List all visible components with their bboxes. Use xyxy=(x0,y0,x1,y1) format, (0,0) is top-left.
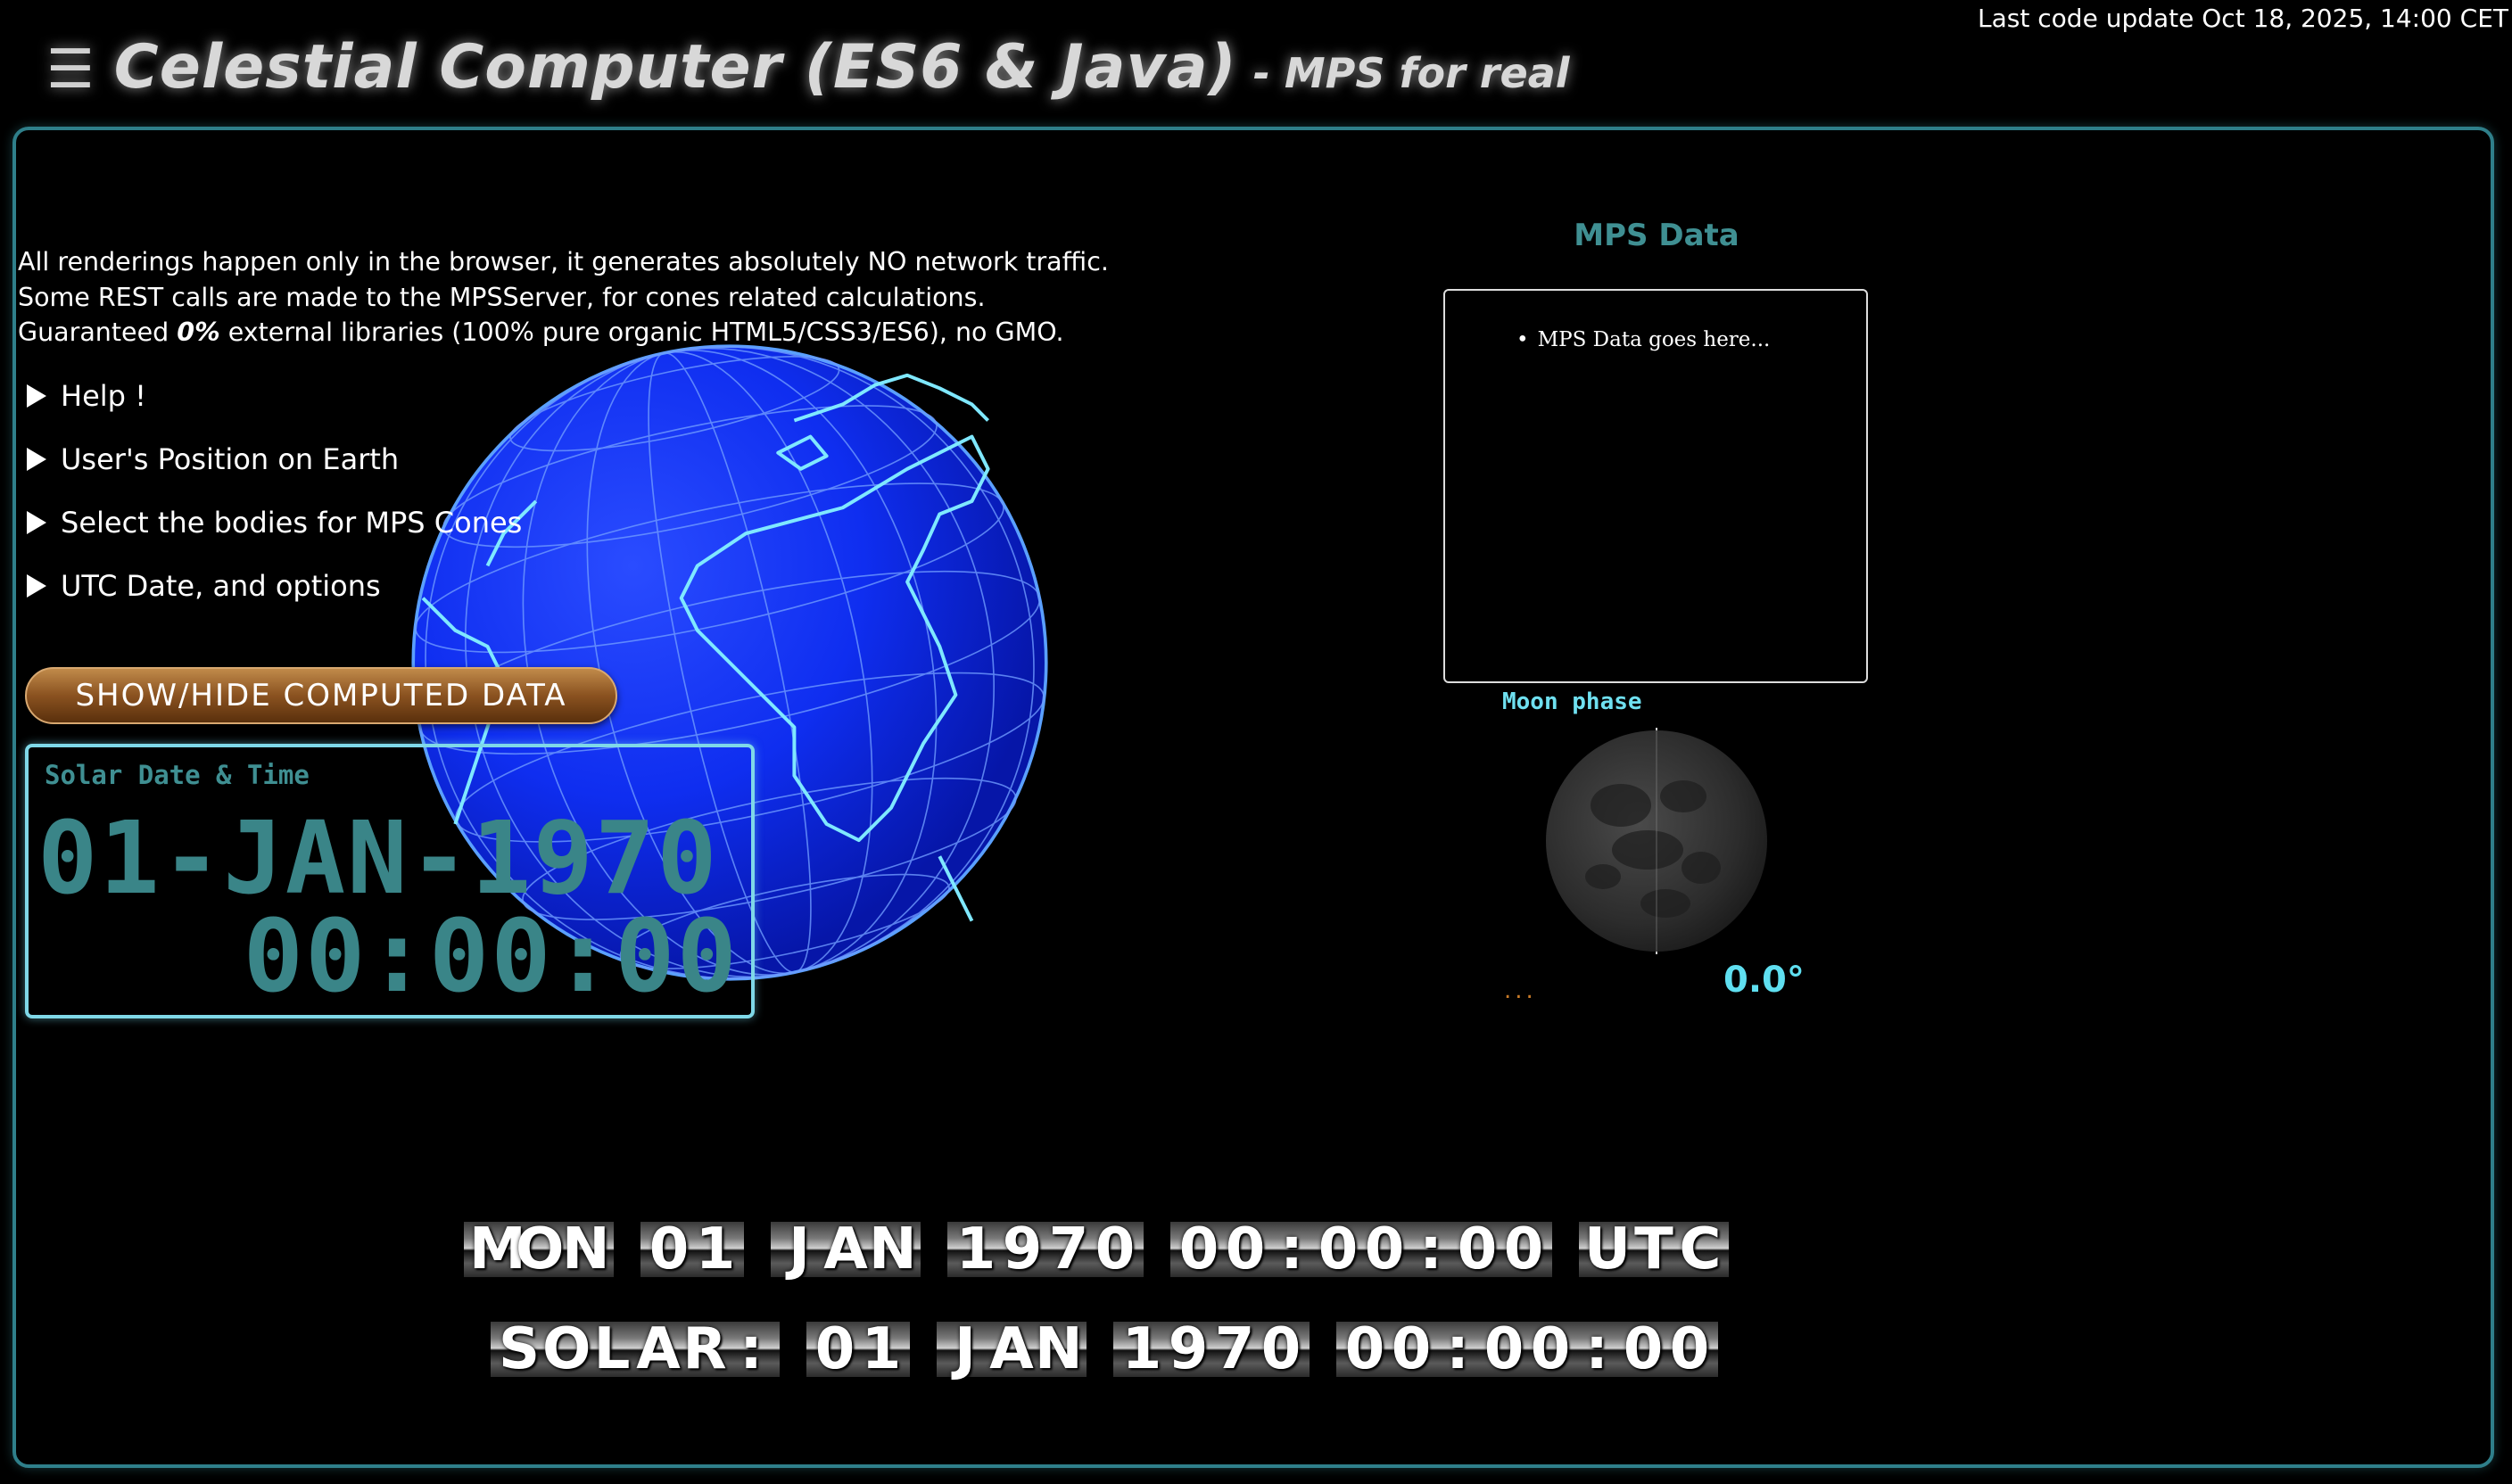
solar-flap-char: J xyxy=(954,1316,976,1382)
utc-flap-char: : xyxy=(1280,1216,1303,1282)
page-title: Celestial Computer (ES6 & Java) xyxy=(113,32,1237,103)
utc-flap-group: UTC xyxy=(1579,1216,1729,1282)
solar-flap-char: : xyxy=(1446,1316,1469,1382)
section-label: Help ! xyxy=(61,378,146,413)
mps-data-list: MPS Data goes here... xyxy=(1516,328,1771,351)
utc-flap-group: 1970 xyxy=(947,1216,1144,1282)
solar-flap-char: 1 xyxy=(1121,1316,1162,1382)
section-select-bodies[interactable]: Select the bodies for MPS Cones xyxy=(27,491,522,554)
section-utc-date[interactable]: UTC Date, and options xyxy=(27,554,522,617)
intro-line-2: Some REST calls are made to the MPSServe… xyxy=(18,282,986,312)
utc-flap-char: 7 xyxy=(1048,1216,1089,1282)
list-item: MPS Data goes here... xyxy=(1516,328,1771,351)
utc-flap-char: N xyxy=(562,1216,610,1282)
solar-flap-char: 9 xyxy=(1168,1316,1209,1382)
solar-flap-group: 01 xyxy=(806,1316,910,1382)
utc-flap-display: MON01JAN197000:00:00UTC xyxy=(464,1216,1729,1282)
solar-flap-char: A xyxy=(636,1316,681,1382)
intro-line-3-pre: Guaranteed xyxy=(18,317,178,347)
moon-phase-graphic xyxy=(1546,728,1767,954)
solar-flap-char: 0 xyxy=(1483,1316,1525,1382)
mps-data-panel: MPS Data goes here... xyxy=(1443,289,1868,683)
utc-flap-char: J xyxy=(789,1216,810,1282)
moon-phase-dots: ... xyxy=(1504,977,1537,1004)
solar-date-time-panel: Solar Date & Time 01-JAN-1970 00:00:00 xyxy=(25,744,755,1018)
utc-flap-char: : xyxy=(1419,1216,1442,1282)
solar-flap-char: 0 xyxy=(1260,1316,1301,1382)
moon-phase-label: Moon phase xyxy=(1502,688,1642,715)
section-label: UTC Date, and options xyxy=(61,568,381,603)
mps-data-title: MPS Data xyxy=(1574,218,1739,253)
header: ☰ Celestial Computer (ES6 & Java) - MPS … xyxy=(46,32,1570,103)
solar-flap-char: O xyxy=(542,1316,591,1382)
details-sections: Help ! User's Position on Earth Select t… xyxy=(27,364,522,617)
solar-flap-char: 0 xyxy=(1344,1316,1385,1382)
utc-flap-char: C xyxy=(1679,1216,1722,1282)
disclosure-triangle-icon xyxy=(27,573,46,598)
solar-flap-char: 0 xyxy=(1391,1316,1432,1382)
utc-flap-char: 9 xyxy=(1002,1216,1043,1282)
utc-flap-char: 0 xyxy=(1318,1216,1359,1282)
solar-flap-char: 0 xyxy=(814,1316,855,1382)
intro-line-3: Guaranteed 0% external libraries (100% p… xyxy=(18,315,1109,350)
utc-flap-char: T xyxy=(1634,1216,1673,1282)
intro-text: All renderings happen only in the browse… xyxy=(18,244,1109,350)
solar-flap-char: 0 xyxy=(1669,1316,1710,1382)
intro-line-3-post: external libraries (100% pure organic HT… xyxy=(219,317,1064,347)
section-user-position[interactable]: User's Position on Earth xyxy=(27,427,522,491)
show-hide-computed-data-button[interactable]: SHOW/HIDE COMPUTED DATA xyxy=(25,667,617,724)
page-subtitle: - MPS for real xyxy=(1252,49,1570,97)
utc-flap-char: A xyxy=(823,1216,868,1282)
solar-flap-char: : xyxy=(1585,1316,1608,1382)
utc-flap-group: JAN xyxy=(771,1216,921,1282)
solar-date-time-label: Solar Date & Time xyxy=(45,760,310,790)
disclosure-triangle-icon xyxy=(27,383,46,408)
solar-flap-display: SOLAR:01JAN197000:00:00 xyxy=(491,1316,1718,1382)
moon-phase-angle: 0.0° xyxy=(1723,960,1805,1001)
utc-flap-char: U xyxy=(1584,1216,1631,1282)
intro-line-3-bold: 0% xyxy=(177,317,220,347)
solar-flap-char: S xyxy=(498,1316,541,1382)
utc-flap-char: N xyxy=(869,1216,917,1282)
solar-flap-group: 00:00:00 xyxy=(1336,1316,1718,1382)
solar-flap-char: A xyxy=(989,1316,1034,1382)
disclosure-triangle-icon xyxy=(27,447,46,471)
disclosure-triangle-icon xyxy=(27,510,46,534)
utc-flap-char: 0 xyxy=(1225,1216,1266,1282)
solar-flap-char: N xyxy=(1035,1316,1083,1382)
solar-time-value: 00:00:00 xyxy=(243,899,739,1015)
solar-flap-group: 1970 xyxy=(1113,1316,1310,1382)
solar-flap-group: JAN xyxy=(937,1316,1087,1382)
utc-flap-char: M xyxy=(469,1216,526,1282)
solar-flap-char: 7 xyxy=(1214,1316,1255,1382)
solar-flap-group: SOLAR: xyxy=(491,1316,780,1382)
solar-flap-char: 0 xyxy=(1530,1316,1571,1382)
solar-flap-char: : xyxy=(740,1316,763,1382)
page: Last code update Oct 18, 2025, 14:00 CET… xyxy=(0,0,2512,1484)
last-update-text: Last code update Oct 18, 2025, 14:00 CET xyxy=(1978,4,2508,33)
utc-flap-char: 0 xyxy=(649,1216,690,1282)
utc-flap-char: 1 xyxy=(955,1216,996,1282)
solar-flap-char: 0 xyxy=(1623,1316,1664,1382)
utc-flap-char: 1 xyxy=(695,1216,736,1282)
utc-flap-group: MON xyxy=(464,1216,614,1282)
section-label: User's Position on Earth xyxy=(61,441,400,476)
utc-flap-char: O xyxy=(516,1216,565,1282)
solar-flap-char: R xyxy=(682,1316,727,1382)
utc-flap-char: 0 xyxy=(1503,1216,1544,1282)
intro-line-1: All renderings happen only in the browse… xyxy=(18,247,1109,276)
hamburger-icon[interactable]: ☰ xyxy=(46,38,95,101)
utc-flap-char: 0 xyxy=(1364,1216,1405,1282)
solar-flap-char: 1 xyxy=(861,1316,902,1382)
section-label: Select the bodies for MPS Cones xyxy=(61,505,523,540)
utc-flap-char: 0 xyxy=(1178,1216,1219,1282)
solar-flap-char: L xyxy=(593,1316,631,1382)
section-help[interactable]: Help ! xyxy=(27,364,522,427)
utc-flap-char: 0 xyxy=(1457,1216,1498,1282)
utc-flap-group: 00:00:00 xyxy=(1170,1216,1552,1282)
utc-flap-group: 01 xyxy=(640,1216,744,1282)
utc-flap-char: 0 xyxy=(1095,1216,1136,1282)
